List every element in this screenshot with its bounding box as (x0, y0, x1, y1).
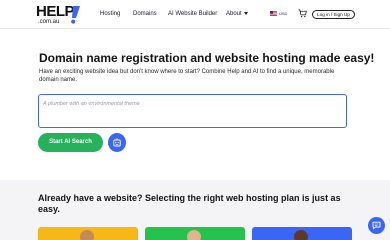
ai-icon-button[interactable] (108, 133, 126, 152)
logo-subtext: .com.au (38, 19, 60, 25)
chat-icon (372, 221, 381, 230)
help-logo[interactable]: HELP .com.au (36, 4, 84, 26)
us-flag-icon[interactable] (270, 11, 277, 16)
plans-title: Already have a website? Selecting the ri… (38, 193, 341, 214)
plan-card-1[interactable] (38, 227, 138, 240)
currency-selector[interactable]: USD (279, 9, 287, 18)
person-photo (294, 230, 308, 240)
person-photo (80, 230, 94, 240)
ai-search-input[interactable] (43, 99, 343, 109)
hero-title: Domain name registration and website hos… (39, 51, 375, 65)
cart-icon[interactable] (298, 9, 307, 18)
plan-card-3[interactable] (252, 227, 352, 240)
logo-text: HELP (36, 3, 75, 20)
person-photo (187, 230, 201, 240)
login-signup-button[interactable]: Log in / Sign Up (312, 10, 355, 19)
ai-search-box[interactable] (38, 94, 347, 128)
hero-subtitle: Have an exciting website idea but don't … (39, 69, 335, 83)
start-ai-search-button[interactable]: Start AI Search (38, 133, 103, 152)
nav-about[interactable]: About (226, 9, 248, 19)
site-header: HELP .com.au Hosting Domains AI Website … (0, 0, 390, 29)
nav-domains[interactable]: Domains (133, 9, 157, 19)
chevron-down-icon (243, 11, 248, 15)
nav-ai-website-builder[interactable]: AI Website Builder (168, 9, 217, 19)
nav-about-label: About (226, 11, 242, 17)
chat-button[interactable] (368, 217, 385, 234)
plan-card-2[interactable] (145, 227, 245, 240)
ai-sparkle-icon (113, 138, 121, 147)
nav-hosting[interactable]: Hosting (100, 9, 120, 19)
logo-exclamation-icon (71, 6, 80, 24)
